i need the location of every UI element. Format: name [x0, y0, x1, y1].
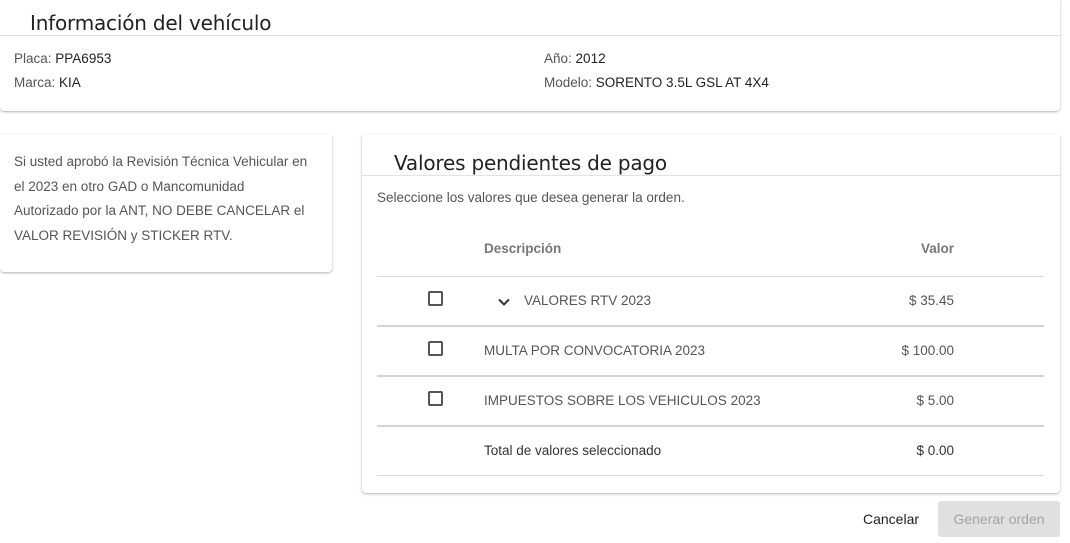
- row-value: $ 5.00: [916, 393, 954, 408]
- row-divider: [377, 375, 1044, 377]
- pending-values-title: Valores pendientes de pago: [394, 151, 667, 175]
- notice-line: Si usted aprobó la Revisión Técnica Vehi…: [14, 154, 308, 169]
- checkbox-unchecked-icon[interactable]: [428, 291, 443, 306]
- chevron-down-icon[interactable]: [496, 294, 512, 310]
- pending-values-card: Valores pendientes de pago Seleccione lo…: [362, 135, 1060, 493]
- year-field: Año: 2012: [544, 51, 606, 66]
- column-header-description: Descripción: [484, 241, 562, 256]
- model-label: Modelo:: [544, 75, 593, 90]
- row-description: MULTA POR CONVOCATORIA 2023: [484, 343, 706, 358]
- year-label: Año:: [544, 51, 572, 66]
- brand-value: KIA: [59, 75, 81, 90]
- generate-order-button[interactable]: Generar orden: [938, 501, 1060, 537]
- row-value: $ 35.45: [908, 293, 954, 308]
- total-label: Total de valores seleccionado: [484, 443, 662, 458]
- rtv-notice-card: Si usted aprobó la Revisión Técnica Vehi…: [0, 135, 332, 272]
- pending-values-divider: [362, 175, 1060, 176]
- checkbox-unchecked-icon[interactable]: [428, 341, 443, 356]
- plate-label: Placa:: [14, 51, 52, 66]
- brand-label: Marca:: [14, 75, 56, 90]
- total-value: $ 0.00: [916, 443, 954, 458]
- plate-value: PPA6953: [55, 51, 112, 66]
- row-divider: [377, 425, 1044, 427]
- total-divider: [377, 475, 1044, 476]
- year-value: 2012: [575, 51, 606, 66]
- model-field: Modelo: SORENTO 3.5L GSL AT 4X4: [544, 75, 769, 90]
- cancel-button[interactable]: Cancelar: [846, 502, 936, 535]
- row-description: VALORES RTV 2023: [524, 293, 652, 308]
- checkbox-unchecked-icon[interactable]: [428, 391, 443, 406]
- vehicle-info-divider: [0, 35, 1060, 36]
- brand-field: Marca: KIA: [14, 75, 81, 90]
- pending-values-instructions: Seleccione los valores que desea generar…: [377, 190, 685, 205]
- model-value: SORENTO 3.5L GSL AT 4X4: [595, 75, 769, 90]
- notice-line: VALOR REVISIÓN y STICKER RTV.: [14, 227, 233, 243]
- rtv-notice-text: Si usted aprobó la Revisión Técnica Vehi…: [14, 150, 319, 248]
- row-value: $ 100.00: [901, 343, 954, 358]
- notice-line: Autorizado por la ANT, NO DEBE CANCELAR …: [14, 203, 305, 218]
- column-header-value: Valor: [920, 241, 954, 256]
- vehicle-info-title: Información del vehículo: [30, 11, 272, 35]
- notice-line: el 2023 en otro GAD o Mancomunidad: [14, 178, 245, 194]
- plate-field: Placa: PPA6953: [14, 51, 111, 66]
- vehicle-info-card: Información del vehículo Placa: PPA6953 …: [0, 0, 1060, 111]
- row-description: IMPUESTOS SOBRE LOS VEHICULOS 2023: [484, 393, 761, 408]
- row-divider: [377, 325, 1044, 327]
- table-header-divider: [377, 276, 1044, 277]
